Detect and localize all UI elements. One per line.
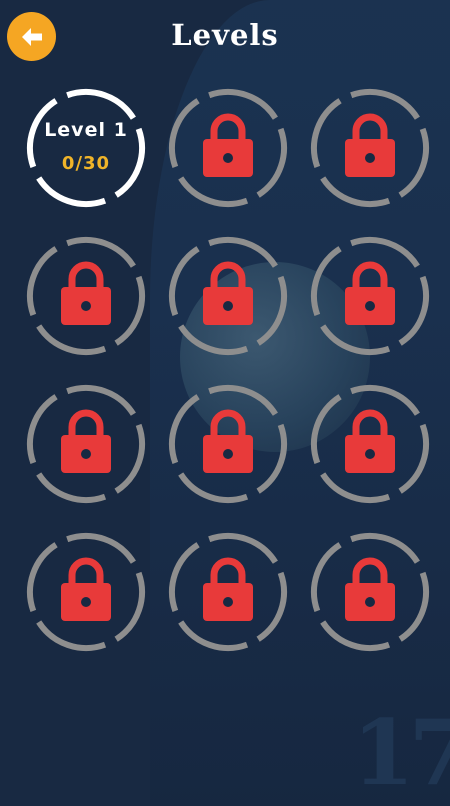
level-9-button[interactable]	[309, 383, 431, 505]
level-2-button[interactable]	[167, 87, 289, 209]
level-5-button[interactable]	[167, 235, 289, 357]
lock-icon	[61, 261, 111, 325]
level-8-button[interactable]	[167, 383, 289, 505]
lock-icon	[345, 557, 395, 621]
lock-icon	[203, 261, 253, 325]
lock-icon	[203, 557, 253, 621]
level-4-button[interactable]	[25, 235, 147, 357]
background-jersey-number: 17	[352, 700, 450, 806]
level-3-button[interactable]	[309, 87, 431, 209]
lock-icon	[345, 261, 395, 325]
page-title: Levels	[171, 18, 279, 52]
level-1-button[interactable]: Level 1 0/30	[25, 87, 147, 209]
level-11-button[interactable]	[167, 531, 289, 653]
level-12-button[interactable]	[309, 531, 431, 653]
level-6-button[interactable]	[309, 235, 431, 357]
lock-icon	[61, 409, 111, 473]
lock-icon	[61, 557, 111, 621]
level-progress: 0/30	[61, 153, 111, 174]
level-10-button[interactable]	[25, 531, 147, 653]
level-ring	[27, 89, 145, 207]
level-name: Level 1	[44, 119, 128, 141]
lock-icon	[203, 113, 253, 177]
lock-icon	[345, 113, 395, 177]
lock-icon	[203, 409, 253, 473]
level-grid: Level 1 0/30	[25, 87, 435, 653]
level-7-button[interactable]	[25, 383, 147, 505]
lock-icon	[345, 409, 395, 473]
